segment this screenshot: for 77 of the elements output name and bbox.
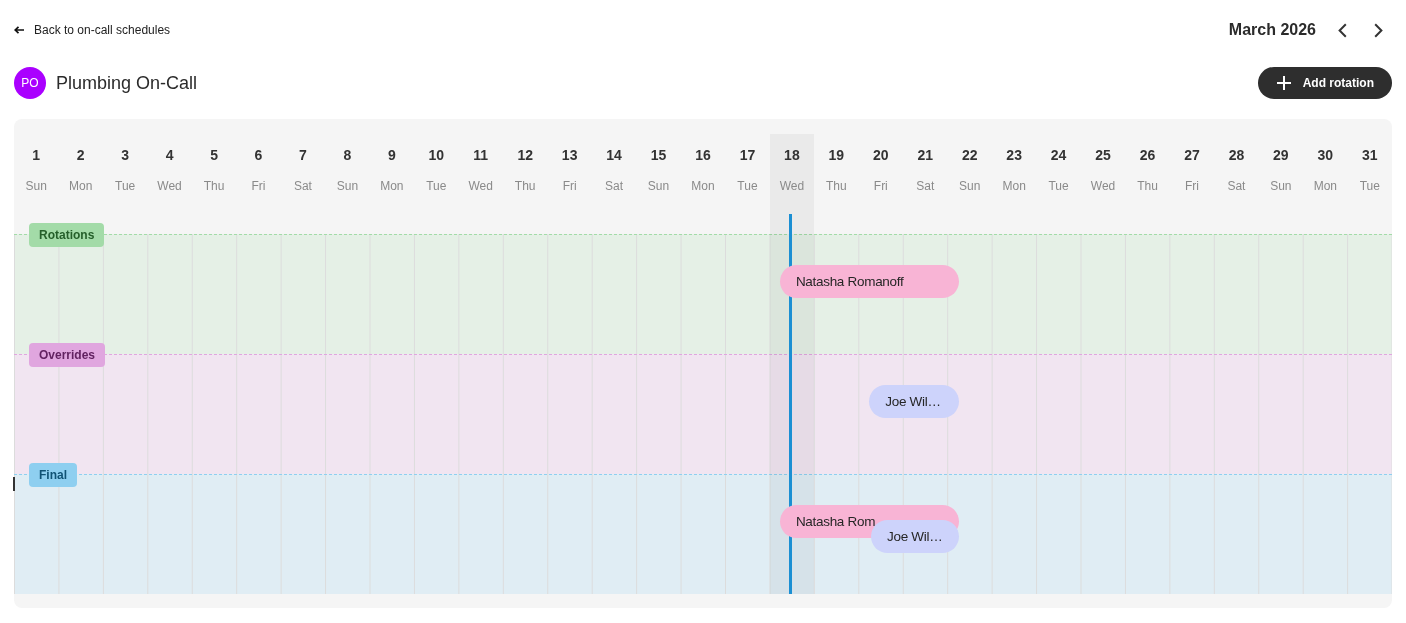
day-number: 26 — [1139, 146, 1156, 164]
day-number: 19 — [828, 146, 845, 164]
weekday-label: Sat — [1227, 178, 1246, 194]
month-label: March 2026 — [1228, 21, 1316, 39]
chevron-right-icon — [1373, 22, 1383, 38]
weekday-label: Sat — [605, 178, 624, 194]
weekday-label: Mon — [380, 178, 404, 194]
weekday-label: Fri — [251, 178, 266, 194]
day-number: 6 — [254, 146, 263, 164]
weekday-label: Tue — [1048, 178, 1069, 194]
lane-label: Overrides — [29, 343, 106, 367]
lane-label: Rotations — [29, 223, 105, 247]
day-number: 8 — [343, 146, 352, 164]
weekday-label: Fri — [562, 178, 577, 194]
day-number: 18 — [784, 146, 800, 164]
shift-bar[interactable]: Natasha Romanoff — [779, 265, 959, 298]
weekday-label: Mon — [1002, 178, 1026, 194]
day-number: 10 — [428, 146, 445, 164]
day-number: 13 — [561, 146, 578, 164]
day-number: 28 — [1228, 146, 1245, 164]
weekday-label: Sun — [1270, 178, 1292, 194]
weekday-label: Sat — [293, 178, 312, 194]
weekday-label: Wed — [1090, 178, 1116, 194]
day-number: 24 — [1050, 146, 1067, 164]
back-link[interactable]: Back to on-call schedules — [14, 23, 171, 37]
lane-label: Final — [29, 463, 77, 487]
chevron-left-icon — [1337, 22, 1347, 38]
day-number: 9 — [387, 146, 396, 164]
add-rotation-button[interactable]: Add rotation — [1257, 67, 1392, 99]
weekday-label: Tue — [1359, 178, 1380, 194]
day-number: 25 — [1095, 146, 1111, 164]
day-number: 1 — [32, 146, 41, 164]
weekday-label: Thu — [514, 178, 536, 194]
back-arrow-icon — [14, 26, 24, 34]
weekday-label: Mon — [69, 178, 93, 194]
weekday-label: Mon — [1313, 178, 1337, 194]
day-number: 15 — [650, 146, 667, 164]
weekday-label: Sun — [647, 178, 670, 194]
weekday-label: Thu — [826, 178, 847, 194]
day-number: 16 — [695, 146, 711, 164]
shift-bar[interactable]: Joe Wil… — [869, 385, 959, 418]
day-number: 31 — [1362, 146, 1378, 164]
day-number: 11 — [473, 146, 489, 164]
day-number: 7 — [299, 146, 307, 164]
weekday-label: Tue — [115, 178, 136, 194]
day-number: 23 — [1006, 146, 1022, 164]
avatar: PO — [14, 67, 46, 99]
plus-icon — [1276, 76, 1291, 90]
weekday-label: Tue — [426, 178, 447, 194]
weekday-label: Wed — [779, 178, 805, 194]
weekday-label: Sat — [916, 178, 935, 194]
weekday-label: Fri — [1184, 178, 1199, 194]
day-number: 3 — [121, 146, 129, 164]
weekday-label: Sun — [336, 178, 359, 194]
day-number: 21 — [917, 146, 934, 164]
weekday-label: Sun — [959, 178, 981, 194]
day-number: 2 — [76, 146, 85, 164]
text-cursor-icon — [13, 477, 15, 491]
weekday-label: Tue — [737, 178, 758, 194]
day-number: 12 — [517, 146, 533, 164]
day-number: 27 — [1184, 146, 1200, 164]
weekday-label: Wed — [468, 178, 493, 194]
day-number: 5 — [210, 146, 218, 164]
day-number: 20 — [873, 146, 889, 164]
day-number: 30 — [1317, 146, 1334, 164]
weekday-label: Thu — [1137, 178, 1158, 194]
weekday-label: Wed — [157, 178, 182, 194]
weekday-label: Mon — [691, 178, 715, 194]
day-number: 4 — [165, 146, 174, 164]
day-number: 22 — [961, 146, 978, 164]
weekday-label: Sun — [25, 178, 47, 194]
weekday-label: Fri — [873, 178, 888, 194]
schedule-title: Plumbing On-Call — [56, 72, 198, 94]
weekday-label: Thu — [203, 178, 225, 194]
day-number: 14 — [606, 146, 622, 164]
day-number: 17 — [739, 146, 756, 164]
day-number: 29 — [1273, 146, 1289, 164]
